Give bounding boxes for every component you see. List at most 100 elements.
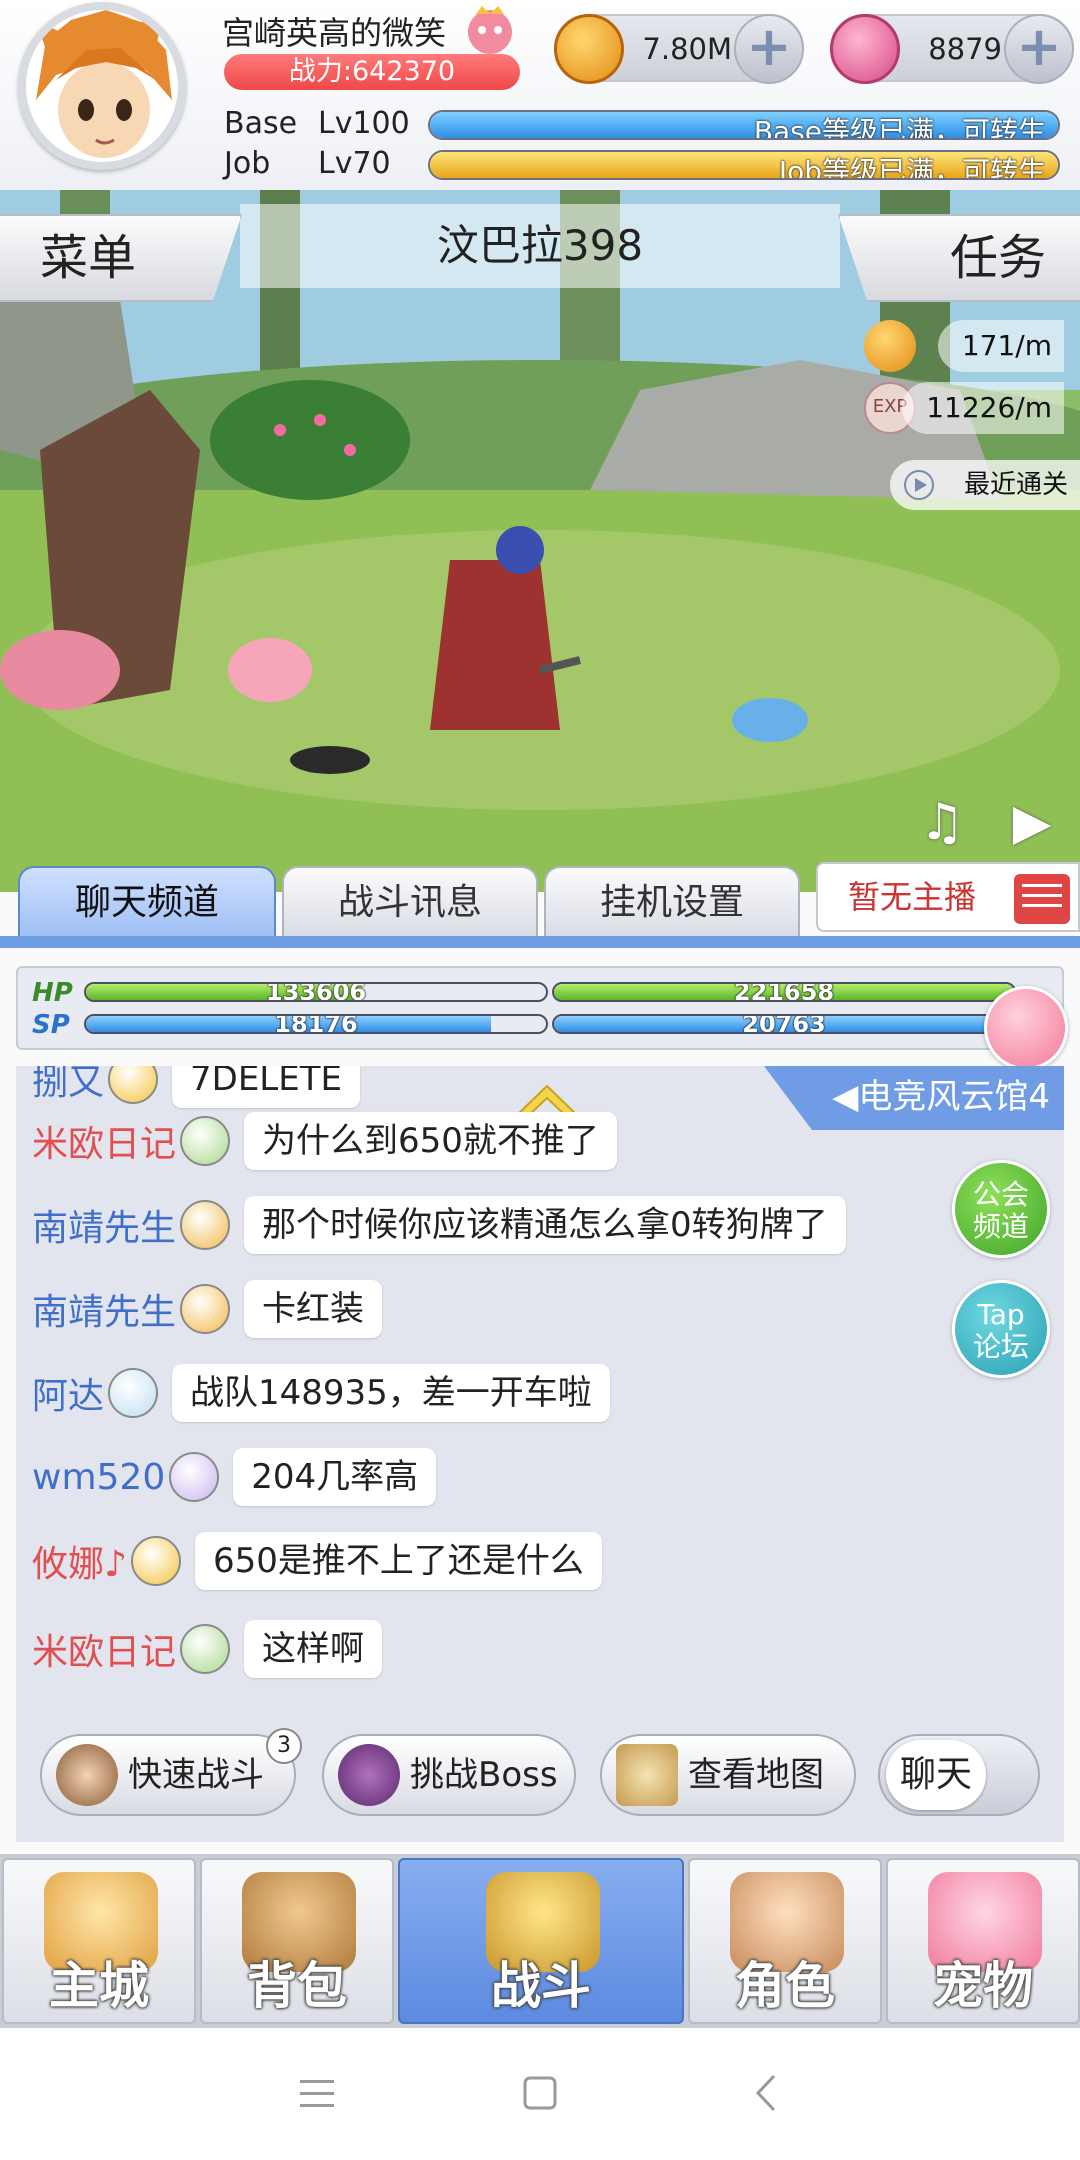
chat-message: 攸娜♪ 650是推不上了还是什么 bbox=[32, 1526, 602, 1596]
nav-pet-label: 宠物 bbox=[933, 1957, 1033, 2015]
sp-bar: 18176 bbox=[84, 1014, 548, 1034]
chat-sender-name[interactable]: 攸娜♪ bbox=[32, 1535, 127, 1587]
recent-clear-button[interactable]: 最近通关 bbox=[890, 460, 1080, 510]
base-label: Base bbox=[224, 106, 298, 141]
chat-message-text: 204几率高 bbox=[233, 1448, 437, 1506]
task-button[interactable]: 任务 bbox=[838, 214, 1080, 302]
hp-max: 221658 bbox=[733, 982, 835, 1002]
chat-message-text: 那个时候你应该精通怎么拿0转狗牌了 bbox=[244, 1196, 846, 1254]
nav-character[interactable]: 角色 bbox=[688, 1858, 882, 2024]
video-camera-icon[interactable]: ▶ bbox=[1000, 790, 1064, 854]
chat-sender-name[interactable]: wm520 bbox=[32, 1457, 165, 1498]
zeny-rate: 171/m bbox=[864, 320, 1064, 372]
nav-backpack[interactable]: 背包 bbox=[200, 1858, 394, 2024]
recent-apps-icon[interactable] bbox=[292, 2068, 342, 2118]
chat-toggle-label: 聊天 bbox=[886, 1740, 986, 1810]
sp-max: 20763 bbox=[742, 1014, 826, 1034]
nav-main-city-label: 主城 bbox=[49, 1957, 149, 2015]
rank-badge-icon bbox=[180, 1116, 231, 1166]
chat-sender-name[interactable]: 阿达 bbox=[32, 1367, 104, 1419]
chat-sender-name[interactable]: 南靖先生 bbox=[32, 1283, 176, 1335]
zeny-coin-icon bbox=[864, 320, 916, 372]
chat-sender-name[interactable]: 捌又 bbox=[32, 1066, 104, 1105]
nav-character-label: 角色 bbox=[735, 1957, 835, 2015]
zeny-amount: 7.80M bbox=[642, 32, 732, 66]
gem-counter: 8879 + bbox=[830, 14, 1074, 84]
hp-sp-panel: HP SP 133606 221658 18176 20763 bbox=[16, 966, 1064, 1050]
tab-chat-channel[interactable]: 聊天频道 bbox=[18, 866, 276, 936]
rank-badge-icon bbox=[108, 1066, 159, 1104]
avatar-portrait-icon bbox=[36, 10, 172, 158]
pet-poring-button[interactable] bbox=[984, 986, 1068, 1070]
add-zeny-button[interactable]: + bbox=[734, 14, 804, 84]
hp-max-bar: 221658 bbox=[552, 982, 1016, 1002]
player-avatar[interactable] bbox=[18, 2, 186, 170]
rank-badge-icon bbox=[180, 1624, 231, 1674]
job-exp-status: Job等级已满，可转生 bbox=[778, 155, 1046, 180]
challenge-boss-button[interactable]: 挑战Boss bbox=[322, 1734, 576, 1816]
nav-pet[interactable]: 宠物 bbox=[886, 1858, 1080, 2024]
chat-message-text: 卡红装 bbox=[244, 1280, 383, 1338]
nav-battle[interactable]: 战斗 bbox=[398, 1858, 684, 2024]
combat-power: 战力:642370 bbox=[224, 54, 520, 90]
chat-message-text: 7DELETE bbox=[172, 1066, 360, 1108]
view-map-label: 查看地图 bbox=[688, 1755, 824, 1795]
home-icon[interactable] bbox=[515, 2068, 565, 2118]
guild-hall-name: 电竞风云馆4 bbox=[858, 1077, 1050, 1117]
rank-badge-icon bbox=[169, 1452, 220, 1502]
sp-max-bar: 20763 bbox=[552, 1014, 1016, 1034]
tab-battle-log[interactable]: 战斗讯息 bbox=[282, 866, 538, 936]
view-map-button[interactable]: 查看地图 bbox=[600, 1734, 856, 1816]
quick-battle-count-badge: 3 bbox=[266, 1728, 302, 1764]
rank-badge-icon bbox=[180, 1284, 231, 1334]
hp-bar: 133606 bbox=[84, 982, 548, 1002]
vip-badge-icon bbox=[468, 6, 512, 54]
guild-channel-button[interactable]: 公会 频道 bbox=[952, 1160, 1050, 1258]
quick-battle-label: 快速战斗 bbox=[128, 1755, 264, 1795]
base-level: Lv100 bbox=[318, 106, 410, 141]
streamer-label: 暂无主播 bbox=[848, 878, 977, 916]
bottom-navigation: 主城 背包 战斗 角色 宠物 bbox=[0, 1854, 1080, 2028]
chat-message-text: 这样啊 bbox=[244, 1620, 383, 1678]
chat-message: wm520 204几率高 bbox=[32, 1442, 437, 1512]
chat-sender-name[interactable]: 米欧日记 bbox=[32, 1623, 176, 1675]
zeny-rate-value: 171/m bbox=[937, 320, 1064, 372]
chat-message: 南靖先生 那个时候你应该精通怎么拿0转狗牌了 bbox=[32, 1190, 846, 1260]
chat-message-text: 为什么到650就不推了 bbox=[244, 1112, 617, 1170]
chat-message-text: 战队148935，差一开车啦 bbox=[172, 1364, 610, 1422]
chat-panel[interactable]: ◀电竞风云馆4 捌又 7DELETE 米欧日记 为什么到650就不推了南靖先生 那个时候… bbox=[16, 1066, 1064, 1842]
recent-clear-label: 最近通关 bbox=[963, 470, 1068, 500]
nav-main-city[interactable]: 主城 bbox=[2, 1858, 196, 2024]
tab-idle-settings[interactable]: 挂机设置 bbox=[544, 866, 800, 936]
tab-underline bbox=[0, 936, 1080, 948]
system-navigation-bar bbox=[0, 2028, 1080, 2160]
chat-toggle[interactable]: 聊天 bbox=[878, 1734, 1040, 1816]
job-exp-bar: Job等级已满，可转生 bbox=[428, 150, 1060, 180]
chat-message-text: 650是推不上了还是什么 bbox=[194, 1532, 602, 1590]
guild-hall-tag[interactable]: ◀电竞风云馆4 bbox=[764, 1066, 1064, 1130]
job-level: Lv70 bbox=[318, 146, 391, 181]
quick-battle-button[interactable]: 快速战斗 bbox=[40, 1734, 296, 1816]
gem-icon bbox=[830, 14, 900, 84]
player-name: 宫崎英高的微笑 bbox=[222, 14, 447, 52]
menu-button[interactable]: 菜单 bbox=[0, 214, 242, 302]
rank-badge-icon bbox=[130, 1536, 181, 1586]
battle-scene: 汶巴拉398 菜单 任务 171/m EXP 11226/m 最近通关 ♫ ▶ bbox=[0, 190, 1080, 892]
chat-sender-name[interactable]: 南靖先生 bbox=[32, 1199, 176, 1251]
chat-sender-name[interactable]: 米欧日记 bbox=[32, 1115, 176, 1167]
back-icon[interactable] bbox=[742, 2068, 792, 2118]
job-label: Job bbox=[224, 146, 271, 181]
challenge-boss-label: 挑战Boss bbox=[410, 1755, 558, 1795]
streamer-button[interactable]: 暂无主播 bbox=[816, 862, 1080, 932]
rank-badge-icon bbox=[108, 1368, 159, 1418]
exp-rate: EXP 11226/m bbox=[864, 382, 1064, 434]
tap-forum-button[interactable]: Tap 论坛 bbox=[952, 1280, 1050, 1378]
player-header: 宫崎英高的微笑 战力:642370 7.80M + 8879 + Base Lv… bbox=[0, 0, 1080, 190]
nav-battle-label: 战斗 bbox=[491, 1957, 591, 2015]
boss-icon bbox=[338, 1744, 400, 1806]
zeny-coin-icon bbox=[554, 14, 624, 84]
sp-label: SP bbox=[32, 1010, 70, 1040]
add-gem-button[interactable]: + bbox=[1004, 14, 1074, 84]
music-note-icon[interactable]: ♫ bbox=[910, 790, 974, 854]
rank-badge-icon bbox=[180, 1200, 231, 1250]
